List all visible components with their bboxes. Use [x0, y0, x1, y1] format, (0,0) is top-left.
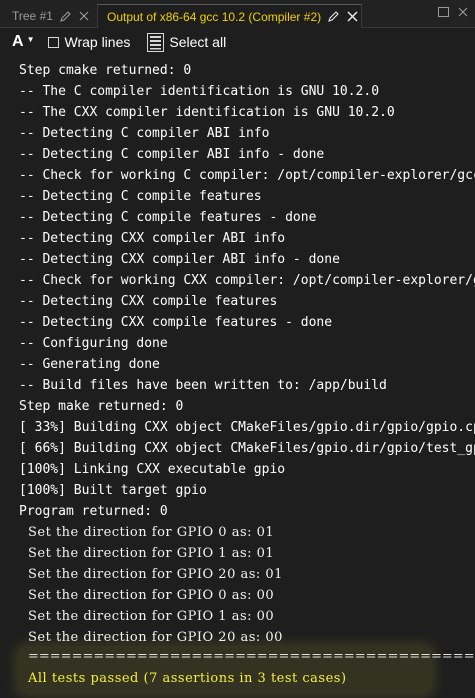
- output-line: -- Detecting CXX compiler ABI info: [19, 231, 286, 246]
- pencil-icon[interactable]: [59, 10, 72, 23]
- output-line: -- Detecting CXX compile features: [19, 294, 278, 309]
- program-output-line: Set the direction for GPIO 20 as: 00: [28, 630, 283, 645]
- output-line: -- Detecting CXX compiler ABI info - don…: [19, 252, 340, 267]
- program-output-line: Set the direction for GPIO 1 as: 00: [28, 609, 275, 624]
- program-output-line: Set the direction for GPIO 20 as: 01: [28, 567, 283, 582]
- font-icon: A: [12, 33, 24, 50]
- wrap-lines-checkbox[interactable]: [48, 36, 60, 48]
- font-size-dropdown[interactable]: A ▼: [12, 33, 34, 51]
- separator-line: ========================================…: [28, 649, 475, 664]
- maximize-icon[interactable]: [437, 6, 449, 18]
- select-all-label: Select all: [169, 34, 227, 50]
- caret-down-icon: ▼: [26, 34, 35, 44]
- output-line: -- Detecting C compile features - done: [19, 210, 317, 225]
- select-all-button[interactable]: Select all: [147, 32, 227, 52]
- pencil-icon[interactable]: [327, 10, 340, 23]
- output-line: [100%] Linking CXX executable gpio: [19, 462, 286, 477]
- tab-compiler-output-label: Output of x86-64 gcc 10.2 (Compiler #2): [107, 9, 322, 24]
- window-controls: [437, 6, 469, 18]
- program-output-line: Set the direction for GPIO 1 as: 01: [28, 546, 275, 561]
- output-line: -- Detecting CXX compile features - done: [19, 315, 333, 330]
- output-line: -- Check for working C compiler: /opt/co…: [19, 168, 475, 183]
- tab-tree-label: Tree #1: [12, 9, 53, 23]
- program-output-line: Set the direction for GPIO 0 as: 00: [28, 588, 275, 603]
- output-line: -- The C compiler identification is GNU …: [19, 84, 380, 99]
- output-line: -- Generating done: [19, 357, 160, 372]
- output-line: -- Detecting C compiler ABI info: [19, 126, 270, 141]
- output-toolbar: A ▼ Wrap lines Select all: [0, 28, 475, 56]
- output-line: -- The CXX compiler identification is GN…: [19, 105, 395, 120]
- tab-bar: Tree #1 Output of x86-64 gcc 10.2 (Compi…: [0, 0, 475, 28]
- output-line: -- Build files have been written to: /ap…: [19, 378, 387, 393]
- close-pane-icon[interactable]: [457, 6, 469, 18]
- output-line: Step cmake returned: 0: [19, 63, 192, 78]
- wrap-lines-label: Wrap lines: [64, 34, 131, 50]
- program-output-line: Set the direction for GPIO 0 as: 01: [28, 525, 275, 540]
- close-icon[interactable]: [346, 10, 359, 23]
- wrap-lines-toggle[interactable]: Wrap lines: [48, 34, 130, 50]
- output-line: [ 66%] Building CXX object CMakeFiles/gp…: [19, 441, 475, 456]
- tab-compiler-output[interactable]: Output of x86-64 gcc 10.2 (Compiler #2): [97, 4, 362, 28]
- output-line: Program returned: 0: [19, 504, 168, 519]
- output-line: -- Check for working CXX compiler: /opt/…: [19, 273, 475, 288]
- output-line: Step make returned: 0: [19, 399, 184, 414]
- test-result-line: All tests passed (7 assertions in 3 test…: [28, 671, 347, 686]
- output-line: [ 33%] Building CXX object CMakeFiles/gp…: [19, 420, 475, 435]
- compiler-output-pane[interactable]: Step cmake returned: 0 -- The C compiler…: [0, 56, 475, 698]
- output-line: -- Detecting C compile features: [19, 189, 262, 204]
- tab-tree[interactable]: Tree #1: [0, 4, 96, 28]
- output-line: [100%] Built target gpio: [19, 483, 207, 498]
- select-all-icon: [147, 32, 165, 52]
- close-icon[interactable]: [78, 10, 91, 23]
- output-line: -- Detecting C compiler ABI info - done: [19, 147, 325, 162]
- output-line: -- Configuring done: [19, 336, 168, 351]
